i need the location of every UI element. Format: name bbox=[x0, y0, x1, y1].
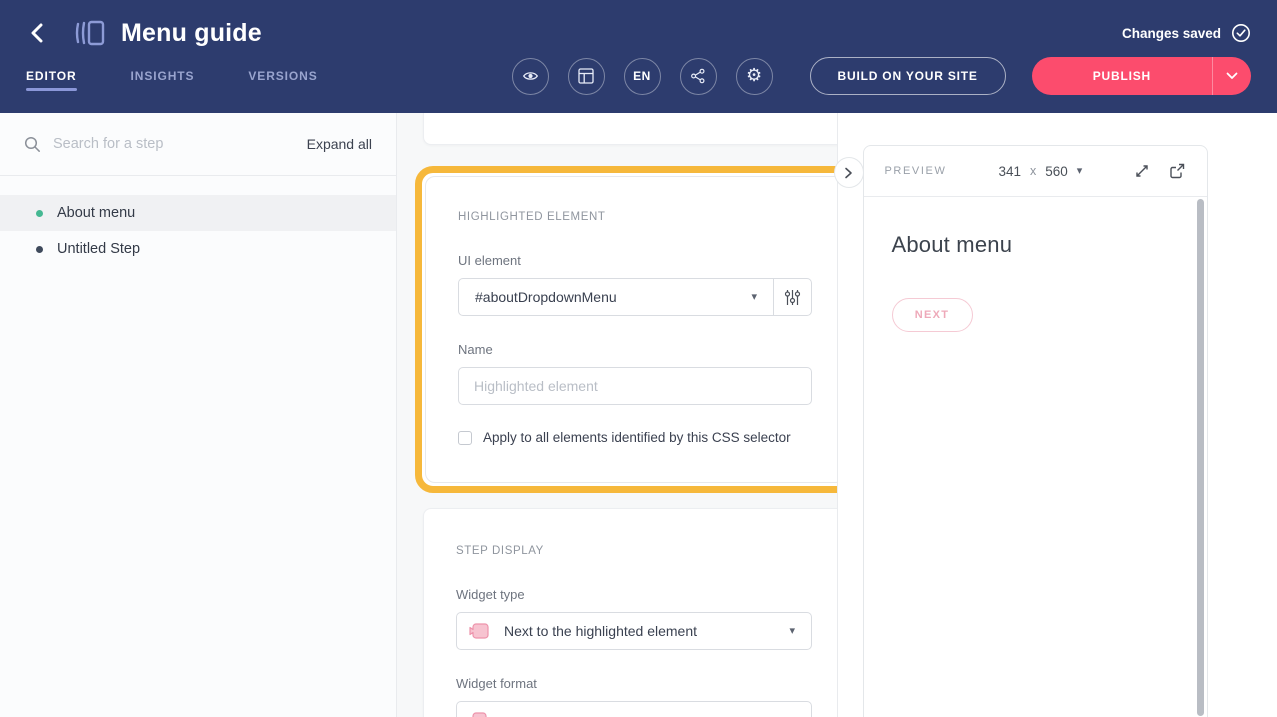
publish-button[interactable]: PUBLISH bbox=[1032, 57, 1212, 95]
tab-insights[interactable]: INSIGHTS bbox=[131, 53, 195, 99]
section-title: HIGHLIGHTED ELEMENT bbox=[458, 211, 812, 223]
step-item-untitled-step[interactable]: Untitled Step bbox=[0, 231, 396, 267]
search-step-input[interactable] bbox=[53, 136, 307, 152]
expand-preview-button[interactable] bbox=[1133, 162, 1151, 180]
step-status-dot bbox=[36, 246, 43, 253]
build-on-your-site-button[interactable]: BUILD ON YOUR SITE bbox=[810, 57, 1006, 95]
previous-settings-card-partial bbox=[423, 113, 837, 145]
preview-next-button[interactable]: NEXT bbox=[892, 298, 973, 332]
chevron-down-icon bbox=[1226, 72, 1238, 80]
gear-icon: ⚙ bbox=[746, 67, 762, 85]
collapse-preview-button[interactable] bbox=[834, 157, 864, 188]
apply-all-label: Apply to all elements identified by this… bbox=[483, 430, 791, 445]
publish-split-button: PUBLISH bbox=[1032, 57, 1251, 95]
preview-size-separator: x bbox=[1030, 164, 1036, 178]
settings-button[interactable]: ⚙ bbox=[736, 58, 773, 95]
ui-element-select[interactable]: #aboutDropdownMenu ▾ bbox=[459, 279, 773, 315]
preview-scrollbar[interactable] bbox=[1197, 199, 1204, 716]
ui-element-value: #aboutDropdownMenu bbox=[475, 289, 751, 305]
top-navbar: Menu guide Changes saved EDITOR INSIGHTS… bbox=[0, 0, 1277, 113]
tab-editor[interactable]: EDITOR bbox=[26, 53, 77, 99]
share-button[interactable] bbox=[680, 58, 717, 95]
share-icon bbox=[690, 68, 706, 84]
external-link-icon bbox=[1169, 163, 1185, 179]
ui-element-select-group: #aboutDropdownMenu ▾ bbox=[458, 278, 812, 316]
step-status-dot bbox=[36, 210, 43, 217]
preview-size-select[interactable]: 341 x 560 ▾ bbox=[998, 164, 1082, 179]
step-item-label: About menu bbox=[57, 205, 135, 221]
language-label: EN bbox=[633, 69, 651, 83]
element-settings-button[interactable] bbox=[773, 279, 811, 315]
ui-element-label: UI element bbox=[458, 253, 812, 268]
preview-header: PREVIEW 341 x 560 ▾ bbox=[864, 146, 1207, 197]
step-list: About menu Untitled Step bbox=[0, 176, 396, 267]
page-title: Menu guide bbox=[121, 19, 262, 48]
widget-format-select[interactable] bbox=[456, 701, 812, 717]
widget-type-label: Widget type bbox=[456, 587, 812, 602]
step-editor-panel: HIGHLIGHTED ELEMENT UI element #aboutDro… bbox=[397, 113, 837, 717]
search-icon bbox=[24, 136, 41, 153]
check-circle-icon bbox=[1231, 23, 1251, 43]
guide-logo-icon bbox=[74, 19, 106, 47]
preview-card: PREVIEW 341 x 560 ▾ bbox=[863, 145, 1208, 717]
save-status-label: Changes saved bbox=[1122, 26, 1221, 41]
apply-all-checkbox-row[interactable]: Apply to all elements identified by this… bbox=[458, 430, 812, 445]
expand-all-link[interactable]: Expand all bbox=[307, 136, 372, 152]
section-title: STEP DISPLAY bbox=[456, 545, 812, 557]
speech-bubble-icon bbox=[469, 621, 490, 641]
preview-panel: PREVIEW 341 x 560 ▾ bbox=[837, 113, 1277, 717]
highlighted-element-card-focus-ring: HIGHLIGHTED ELEMENT UI element #aboutDro… bbox=[415, 166, 837, 493]
apply-all-checkbox[interactable] bbox=[458, 431, 472, 445]
preview-eye-button[interactable] bbox=[512, 58, 549, 95]
chevron-down-icon: ▾ bbox=[1077, 166, 1083, 177]
widget-format-label: Widget format bbox=[456, 676, 812, 691]
publish-dropdown-button[interactable] bbox=[1212, 57, 1251, 95]
preview-width-value: 341 bbox=[998, 164, 1021, 179]
widget-type-value: Next to the highlighted element bbox=[504, 623, 775, 639]
step-item-about-menu[interactable]: About menu bbox=[0, 195, 396, 231]
step-display-card: STEP DISPLAY Widget type Next to the hig… bbox=[423, 508, 837, 717]
chevron-down-icon: ▾ bbox=[789, 626, 795, 637]
tune-sliders-icon bbox=[784, 289, 801, 306]
speech-bubble-icon bbox=[469, 710, 490, 717]
tab-versions[interactable]: VERSIONS bbox=[248, 53, 317, 99]
step-item-label: Untitled Step bbox=[57, 241, 140, 257]
element-name-input[interactable] bbox=[458, 367, 812, 405]
back-button[interactable] bbox=[26, 22, 48, 44]
eye-icon bbox=[522, 68, 539, 84]
chevron-down-icon: ▾ bbox=[751, 292, 757, 303]
preview-content: About menu NEXT bbox=[864, 197, 1207, 367]
expand-diagonal-icon bbox=[1134, 163, 1150, 179]
open-in-new-tab-button[interactable] bbox=[1168, 162, 1186, 180]
language-button[interactable]: EN bbox=[624, 58, 661, 95]
chevron-left-icon bbox=[30, 23, 44, 43]
layout-button[interactable] bbox=[568, 58, 605, 95]
editor-tabs: EDITOR INSIGHTS VERSIONS bbox=[26, 53, 318, 99]
preview-step-heading: About menu bbox=[892, 232, 1179, 258]
layout-window-icon bbox=[578, 68, 594, 84]
preview-height-value: 560 bbox=[1045, 164, 1068, 179]
save-status: Changes saved bbox=[1122, 23, 1251, 43]
chevron-right-icon bbox=[844, 167, 853, 179]
preview-title: PREVIEW bbox=[885, 165, 947, 177]
app-screen: Menu guide Changes saved EDITOR INSIGHTS… bbox=[0, 0, 1277, 717]
name-label: Name bbox=[458, 342, 812, 357]
widget-type-select[interactable]: Next to the highlighted element ▾ bbox=[456, 612, 812, 650]
highlighted-element-card: HIGHLIGHTED ELEMENT UI element #aboutDro… bbox=[425, 176, 837, 483]
steps-sidebar: Expand all About menu Untitled Step bbox=[0, 113, 397, 717]
